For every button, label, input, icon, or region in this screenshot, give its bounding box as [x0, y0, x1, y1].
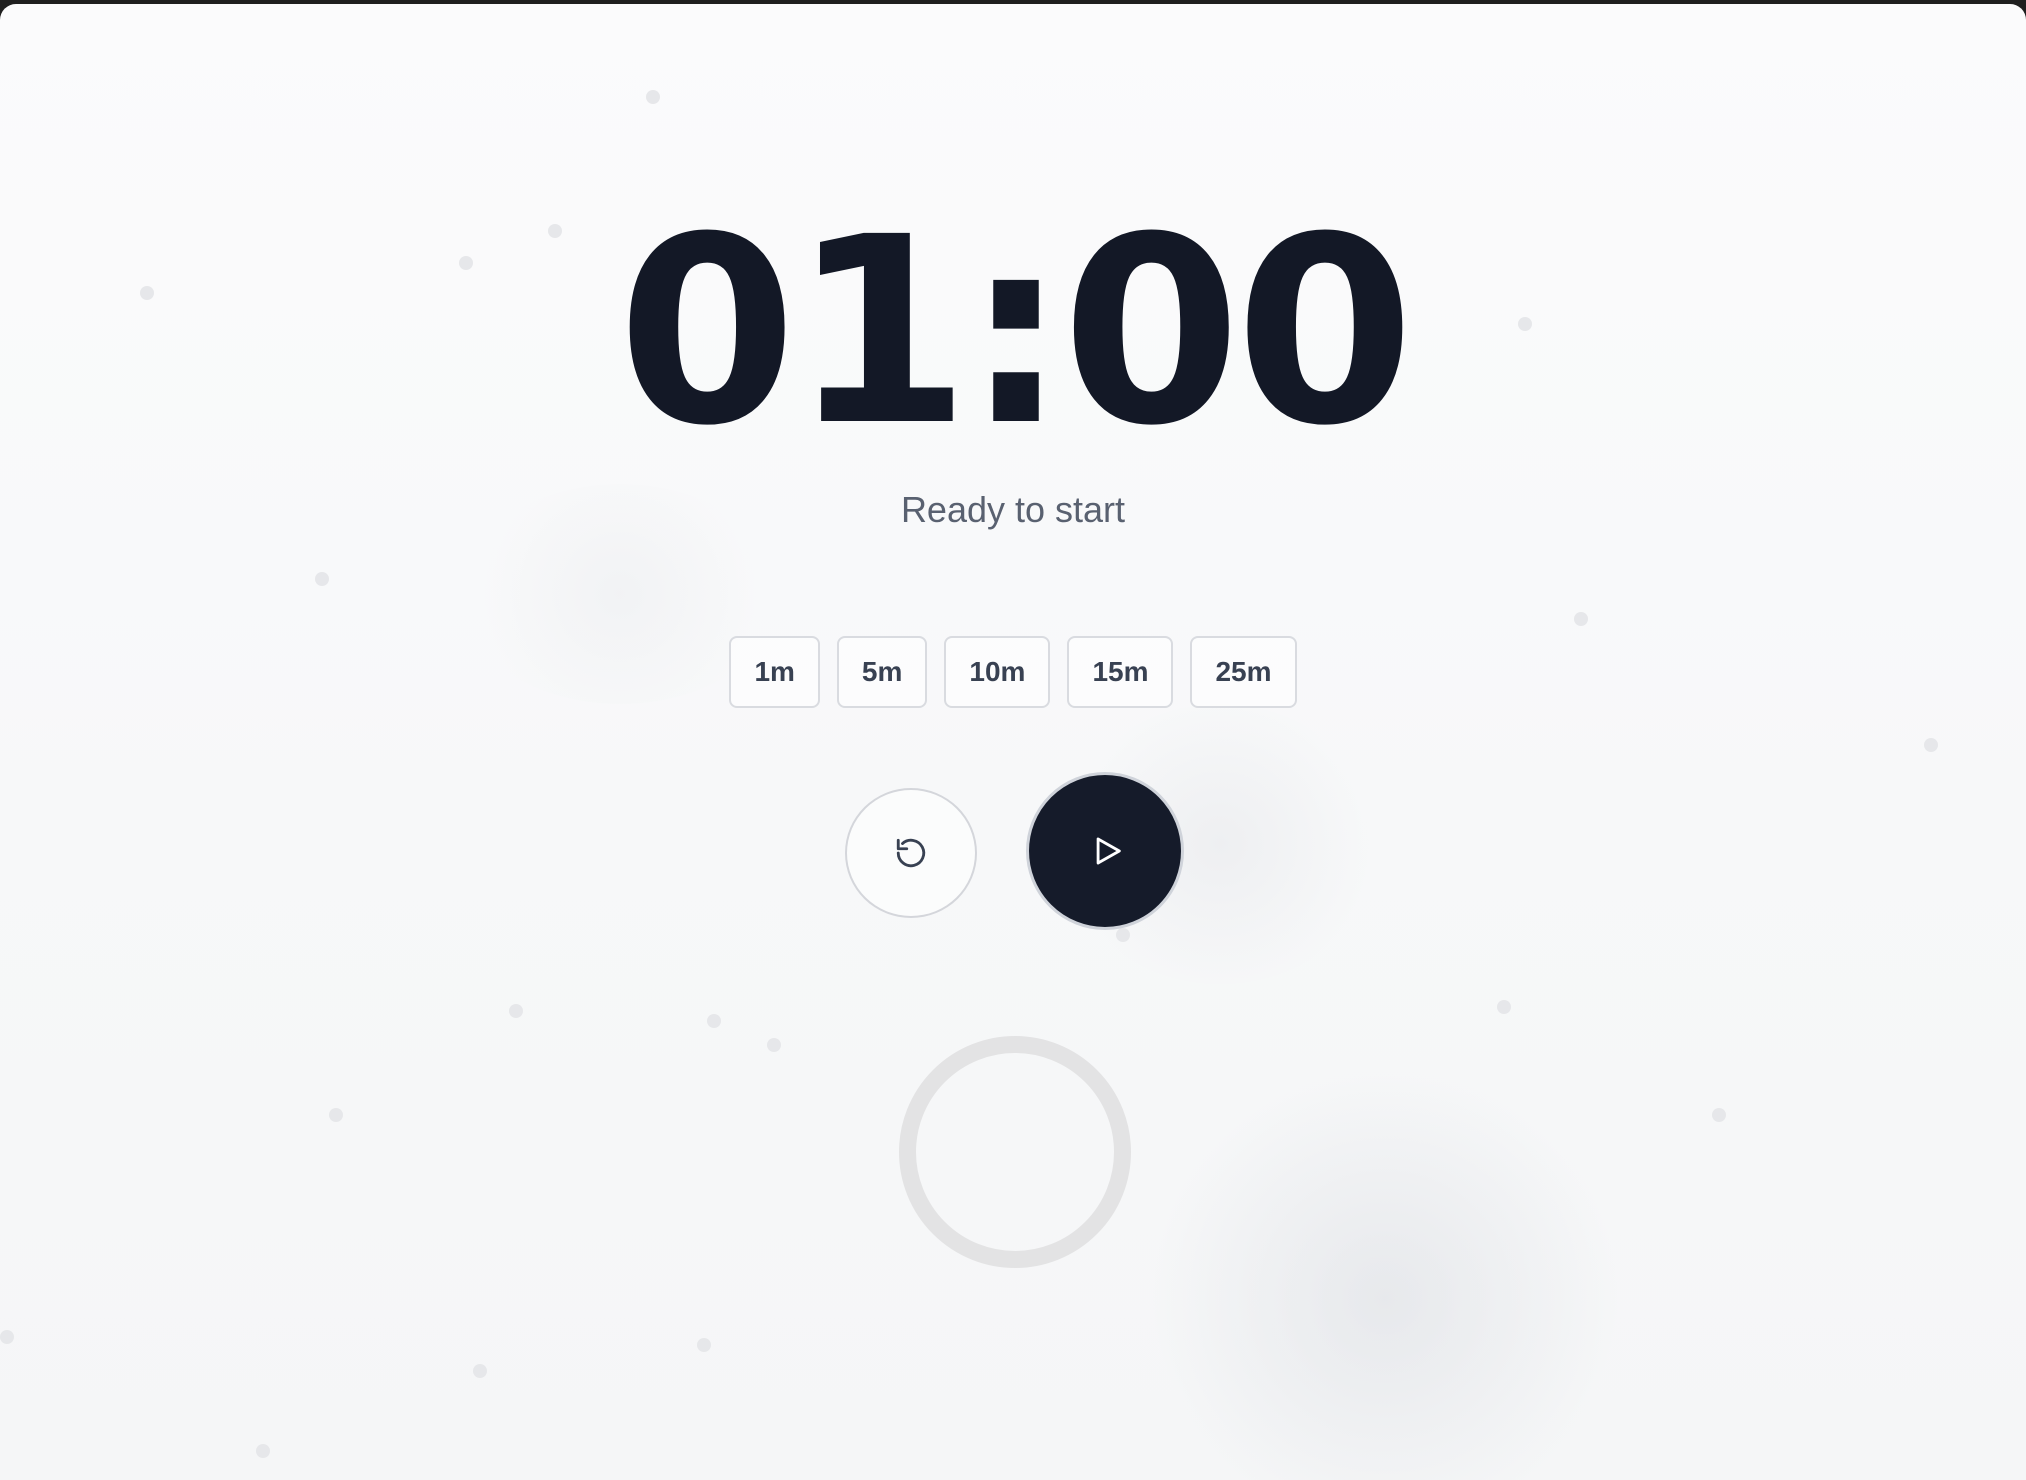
background-dot — [767, 1038, 781, 1052]
preset-1m-button[interactable]: 1m — [729, 636, 820, 708]
background-dot — [315, 572, 329, 586]
background-dot — [1924, 738, 1938, 752]
background-dot — [256, 1444, 270, 1458]
background-dot — [509, 1004, 523, 1018]
preset-25m-button[interactable]: 25m — [1190, 636, 1297, 708]
progress-ring — [899, 1036, 1131, 1268]
background-dot — [1574, 612, 1588, 626]
background-dot — [697, 1338, 711, 1352]
background-glow — [1150, 1064, 1620, 1480]
background-dot — [646, 90, 660, 104]
timer-status: Ready to start — [900, 489, 1126, 530]
play-icon — [1096, 837, 1121, 865]
background-dot — [0, 1330, 14, 1344]
app-window: 01:00 Ready to start 1m 5m 10m 15m 25m — [0, 4, 2026, 1480]
timer-display: 01:00 — [617, 182, 1414, 482]
preset-10m-button[interactable]: 10m — [944, 636, 1051, 708]
reset-icon — [896, 838, 926, 868]
reset-button[interactable] — [845, 788, 977, 918]
background-dot — [473, 1364, 487, 1378]
background-dot — [329, 1108, 343, 1122]
play-button[interactable] — [1026, 772, 1184, 930]
background-dot — [1712, 1108, 1726, 1122]
background-dot — [707, 1014, 721, 1028]
preset-5m-button[interactable]: 5m — [836, 636, 928, 708]
preset-group: 1m 5m 10m 15m 25m — [0, 636, 2026, 708]
background-dot — [1497, 1000, 1511, 1014]
preset-15m-button[interactable]: 15m — [1067, 636, 1174, 708]
background-dot — [1116, 928, 1130, 942]
